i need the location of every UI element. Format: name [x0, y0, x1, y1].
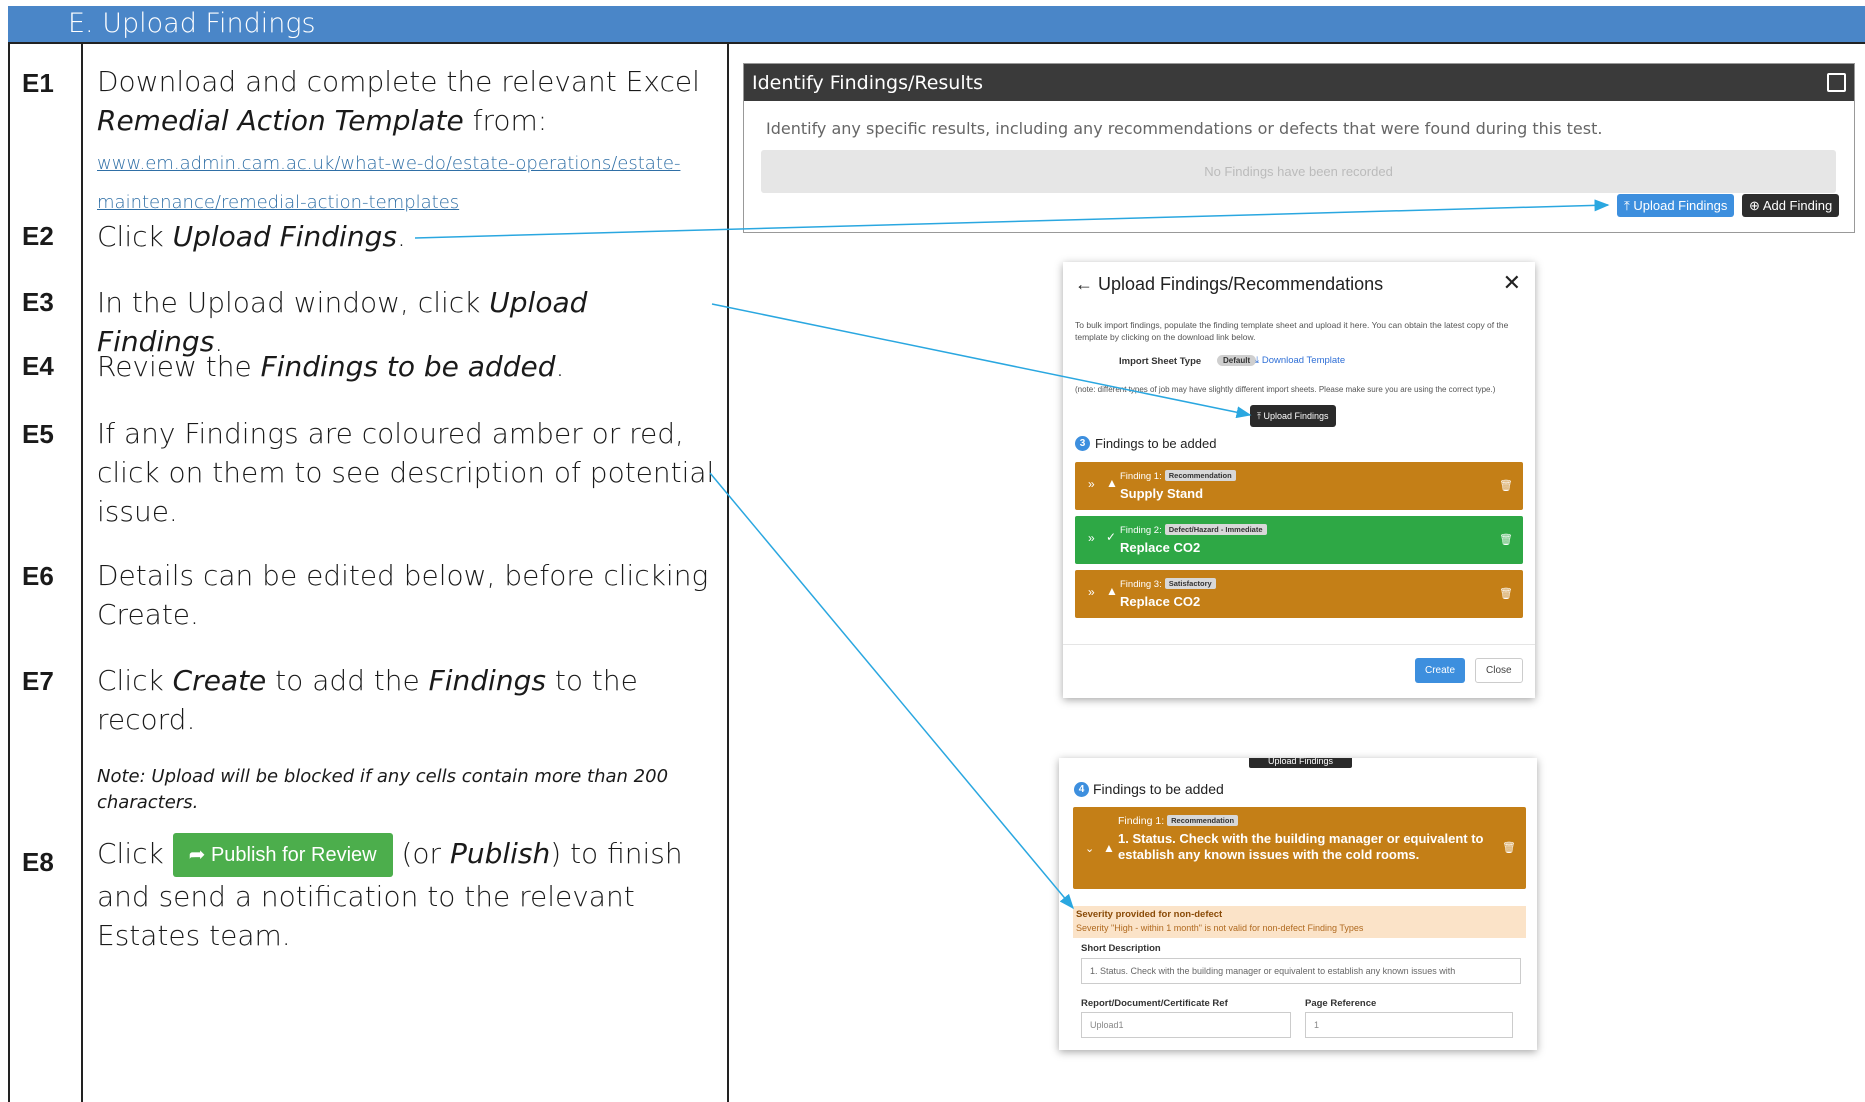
connector-lines: [414, 199, 1610, 910]
connector-e3: [711, 303, 1252, 419]
connector-e5: [709, 472, 1074, 910]
connector-e2: [414, 199, 1610, 239]
